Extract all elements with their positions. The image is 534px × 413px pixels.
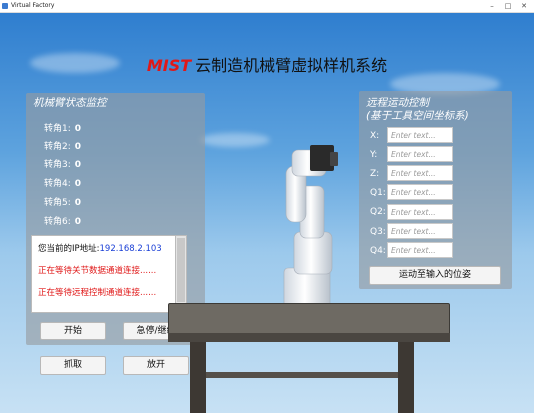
q1-input[interactable] [387,184,453,200]
joint-value: 0 [74,179,82,189]
table-edge [168,333,450,342]
x-input[interactable] [387,127,453,143]
remote-panel-subtitle: (基于工具空间坐标系) [366,110,469,122]
joint-1-readout: 转角1: 0 [44,121,81,134]
joint-label: 转角5: [44,198,71,208]
status-log[interactable]: 您当前的IP地址:192.168.2.103 正在等待关节数据通道连接.....… [31,235,177,313]
z-label: Z: [370,169,380,179]
close-icon[interactable]: ✕ [516,0,532,12]
ip-value: 192.168.2.103 [99,244,162,254]
move-to-pose-button[interactable]: 运动至输入的位姿 [369,266,501,285]
q3-label: Q3: [370,227,386,237]
ip-line: 您当前的IP地址:192.168.2.103 [38,242,162,254]
joint-label: 转角1: [44,124,71,134]
joint-4-readout: 转角4: 0 [44,176,81,189]
q4-input[interactable] [387,242,453,258]
q4-label: Q4: [370,246,386,256]
minimize-icon[interactable]: – [484,0,500,12]
table-crossbar [206,372,398,378]
joint-6-readout: 转角6: 0 [44,214,81,227]
q3-input[interactable] [387,223,453,239]
joint-3-readout: 转角3: 0 [44,157,81,170]
q1-label: Q1: [370,188,386,198]
page-title: MIST 云制造机械臂虚拟样机系统 [0,52,534,76]
status-panel-title: 机械臂状态监控 [33,97,107,109]
joint-2-readout: 转角2: 0 [44,139,81,152]
joint-5-readout: 转角5: 0 [44,195,81,208]
grab-button[interactable]: 抓取 [40,356,106,375]
system-title: 云制造机械臂虚拟样机系统 [195,56,388,75]
table-leg [398,342,414,413]
log-scrollbar[interactable] [175,235,187,313]
joint-value: 0 [74,198,82,208]
y-label: Y: [370,150,378,160]
brand-text: MIST [146,56,192,75]
scrollbar-thumb[interactable] [177,238,185,302]
release-button[interactable]: 放开 [123,356,189,375]
joint-value: 0 [74,142,82,152]
log-line: 正在等待关节数据通道连接...... [38,266,157,276]
cloud-decor [200,133,270,147]
y-input[interactable] [387,146,453,162]
joint-label: 转角2: [44,142,71,152]
robot-lower-arm [285,165,333,275]
joint-value: 0 [74,124,82,134]
table-leg [190,342,206,413]
ip-label: 您当前的IP地址: [38,244,100,254]
remote-panel-title: 远程运动控制 [366,97,429,109]
z-input[interactable] [387,165,453,181]
maximize-icon[interactable]: □ [500,0,516,12]
joint-label: 转角4: [44,179,71,189]
log-line: 正在等待远程控制通道连接...... [38,288,157,298]
q2-label: Q2: [370,207,386,217]
q2-input[interactable] [387,204,453,220]
app-icon [2,3,8,9]
window-title: Virtual Factory [11,2,55,9]
table-top [168,303,450,335]
joint-label: 转角6: [44,217,71,227]
window-titlebar: Virtual Factory – □ ✕ [0,0,534,13]
robot-gripper [310,145,338,171]
joint-label: 转角3: [44,160,71,170]
joint-value: 0 [74,217,82,227]
joint-value: 0 [74,160,82,170]
x-label: X: [370,131,380,141]
start-button[interactable]: 开始 [40,322,106,340]
